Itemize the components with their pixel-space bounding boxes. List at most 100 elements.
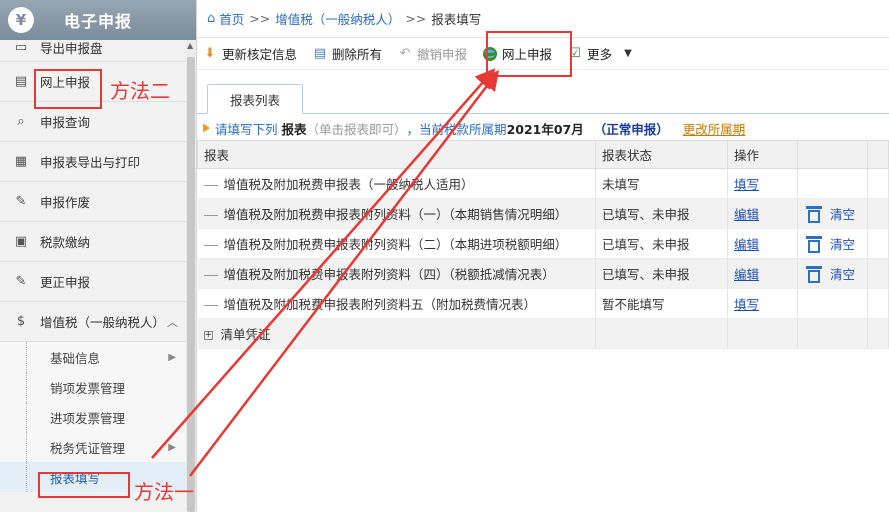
group-name[interactable]: 清单凭证 — [221, 327, 271, 342]
tree-line — [203, 305, 218, 306]
report-name-cell[interactable]: + 清单凭证 — [197, 318, 596, 349]
table-row-group[interactable]: + 清单凭证 — [197, 318, 889, 349]
change-period-link[interactable]: 更改所属期 — [683, 119, 746, 138]
sidebar-item-vat[interactable]: $ 增值税（一般纳税人） ︿ — [0, 302, 186, 342]
action-cell: 编辑 — [727, 228, 798, 259]
yuan-logo-icon: ¥ — [8, 7, 34, 33]
delete-all-button[interactable]: ▤ 删除所有 — [311, 41, 382, 67]
empty-cell — [867, 228, 889, 259]
undo-icon: ↶ — [399, 46, 411, 61]
table-row[interactable]: 增值税及附加税费申报表附列资料（二）（本期进项税额明细） 已填写、未申报 编辑 … — [197, 228, 889, 259]
breadcrumb-home[interactable]: 首页 — [219, 9, 244, 28]
report-status: 已填写、未申报 — [595, 228, 728, 259]
update-info-button[interactable]: ⬇ 更新核定信息 — [201, 41, 297, 67]
action-cell: 编辑 — [727, 198, 798, 229]
breadcrumb-separator: >> — [405, 11, 427, 26]
sidebar-subitem-label: 税务凭证管理 — [50, 440, 126, 456]
notice-bar: 请填写下列 报表 （单击报表即可） ，当前税款所属期 2021年07月 （正常申… — [197, 114, 889, 142]
breadcrumb-vat[interactable]: 增值税（一般纳税人） — [275, 9, 400, 28]
sidebar-item-void[interactable]: ✎ 申报作废 — [0, 182, 186, 222]
clear-link[interactable]: 清空 — [830, 234, 855, 253]
notice-period-prefix: ，当前税款所属期 — [406, 121, 507, 137]
clear-cell: 清空 — [797, 198, 868, 229]
app-title: 电子申报 — [64, 12, 133, 31]
notice-report-word: 报表 — [281, 121, 307, 137]
clear-cell: 清空 — [797, 228, 868, 259]
edit-icon: ✎ — [15, 194, 27, 209]
trash-icon[interactable] — [806, 205, 822, 223]
report-name-cell[interactable]: 增值税及附加税费申报表附列资料（四）（税额抵减情况表） — [197, 258, 596, 289]
column-header-action: 操作 — [727, 140, 798, 169]
empty-cell — [867, 258, 889, 289]
clear-link[interactable]: 清空 — [830, 204, 855, 223]
sidebar-subitem-tax-voucher[interactable]: 税务凭证管理 ▶ — [0, 432, 186, 462]
report-name[interactable]: 增值税及附加税费申报表附列资料（二）（本期进项税额明细） — [224, 237, 568, 252]
column-header-report: 报表 — [197, 140, 596, 169]
undo-declare-button[interactable]: ↶ 撤销申报 — [396, 41, 467, 67]
more-button[interactable]: ☑ 更多 ▼ — [566, 41, 632, 67]
sidebar-subitem-input-invoice[interactable]: 进项发票管理 — [0, 402, 186, 432]
sidebar-scrollbar[interactable]: ▲ — [186, 40, 196, 512]
clear-cell — [797, 168, 868, 199]
column-header-status: 报表状态 — [595, 140, 728, 169]
clear-cell — [797, 318, 868, 349]
chevron-right-icon: ▶ — [168, 351, 176, 363]
tab-report-list[interactable]: 报表列表 — [207, 84, 303, 114]
sidebar-item-label: 申报作废 — [40, 195, 91, 210]
report-table: 报表 报表状态 操作 增值税及附加税费申报表（一般纳税人适用） 未填写 填写 增… — [197, 140, 889, 349]
home-icon[interactable]: ⌂ — [207, 11, 215, 26]
button-label: 删除所有 — [332, 47, 383, 62]
sidebar-item-tax-payment[interactable]: ▣ 税款缴纳 — [0, 222, 186, 262]
sidebar-item-correction[interactable]: ✎ 更正申报 — [0, 262, 186, 302]
table-row[interactable]: 增值税及附加税费申报表附列资料五（附加税费情况表） 暂不能填写 填写 — [197, 288, 889, 319]
report-name-cell[interactable]: 增值税及附加税费申报表附列资料（一）（本期销售情况明细） — [197, 198, 596, 229]
report-name-cell[interactable]: 增值税及附加税费申报表附列资料五（附加税费情况表） — [197, 288, 596, 319]
report-name[interactable]: 增值税及附加税费申报表附列资料（四）（税额抵减情况表） — [224, 267, 555, 282]
sidebar-item-label: 增值税（一般纳税人） — [40, 315, 166, 330]
annotation-method1: 方法一 — [134, 480, 194, 504]
declare-status: （正常申报） — [593, 121, 669, 137]
annotation-box-online-declare-toolbar — [486, 31, 572, 77]
declare-doc-icon: ▤ — [14, 74, 28, 89]
trash-icon[interactable] — [806, 265, 822, 283]
fill-link[interactable]: 填写 — [734, 177, 759, 192]
table-row[interactable]: 增值税及附加税费申报表（一般纳税人适用） 未填写 填写 — [197, 168, 889, 199]
report-status: 未填写 — [595, 168, 728, 199]
scrollbar-thumb[interactable] — [187, 57, 195, 512]
sidebar-subitem-sales-invoice[interactable]: 销项发票管理 — [0, 372, 186, 402]
table-row[interactable]: 增值税及附加税费申报表附列资料（四）（税额抵减情况表） 已填写、未申报 编辑 清… — [197, 258, 889, 289]
tree-line — [203, 215, 218, 216]
sidebar-item-export-print[interactable]: ▦ 申报表导出与打印 — [0, 142, 186, 182]
report-name-cell[interactable]: 增值税及附加税费申报表附列资料（二）（本期进项税额明细） — [197, 228, 596, 259]
sidebar-subitem-label: 基础信息 — [50, 350, 101, 366]
column-header-empty — [867, 140, 889, 169]
arrow-bullet-icon — [203, 123, 210, 133]
scroll-up-icon[interactable]: ▲ — [187, 42, 195, 50]
edit-link[interactable]: 编辑 — [734, 207, 759, 222]
sidebar-subitem-basic-info[interactable]: 基础信息 ▶ — [0, 342, 186, 372]
sidebar-item-label: 更正申报 — [40, 275, 91, 290]
report-name[interactable]: 增值税及附加税费申报表附列资料（一）（本期销售情况明细） — [224, 207, 568, 222]
report-name[interactable]: 增值税及附加税费申报表附列资料五（附加税费情况表） — [224, 297, 537, 312]
report-name-cell[interactable]: 增值税及附加税费申报表（一般纳税人适用） — [197, 168, 596, 199]
annotation-box-fill-report — [38, 472, 130, 498]
sidebar-header: ¥ 电子申报 — [0, 0, 196, 40]
clear-link[interactable]: 清空 — [830, 264, 855, 283]
fill-link[interactable]: 填写 — [734, 297, 759, 312]
edit-link[interactable]: 编辑 — [734, 237, 759, 252]
expand-plus-icon[interactable]: + — [203, 331, 213, 340]
tab-bar: 报表列表 — [197, 80, 889, 114]
edit-link[interactable]: 编辑 — [734, 267, 759, 282]
table-icon: ▦ — [14, 154, 28, 169]
tree-line — [203, 245, 218, 246]
sidebar-item-export-disk[interactable]: ▭ 导出申报盘 — [0, 40, 186, 62]
empty-cell — [867, 318, 889, 349]
table-row[interactable]: 增值税及附加税费申报表附列资料（一）（本期销售情况明细） 已填写、未申报 编辑 … — [197, 198, 889, 229]
clear-cell — [797, 288, 868, 319]
wallet-icon: ▣ — [14, 234, 28, 249]
report-name[interactable]: 增值税及附加税费申报表（一般纳税人适用） — [224, 177, 474, 192]
notice-prefix: 请填写下列 — [215, 121, 278, 137]
delete-all-icon: ▤ — [313, 46, 327, 61]
tab-label: 报表列表 — [229, 92, 280, 108]
trash-icon[interactable] — [806, 235, 822, 253]
